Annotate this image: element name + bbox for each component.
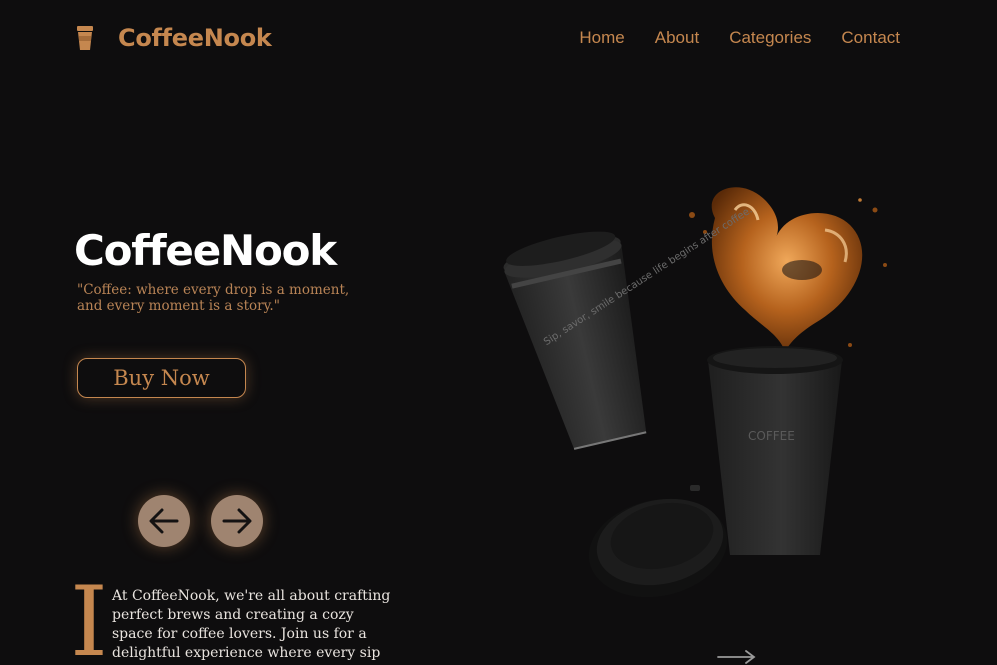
main-nav: Home About Categories Contact xyxy=(579,28,900,48)
about-text: At CoffeeNook, we're all about crafting … xyxy=(112,588,391,665)
upright-coffee-cup: COFFEE xyxy=(707,346,843,555)
arrow-left-icon xyxy=(149,508,179,534)
hero-title: CoffeeNook xyxy=(74,226,337,275)
nav-categories-link[interactable]: Categories xyxy=(729,28,811,48)
coffee-cup-icon[interactable] xyxy=(76,26,94,51)
about-drop-cap: I xyxy=(70,566,108,665)
hero-quote: "Coffee: where every drop is a moment, a… xyxy=(77,282,350,314)
coffee-cup-lid xyxy=(588,485,728,598)
cup-brand-text: COFFEE xyxy=(748,429,795,443)
heart-coffee-splash xyxy=(689,187,887,352)
arrow-right-icon[interactable] xyxy=(717,648,757,664)
next-slide-button[interactable] xyxy=(211,495,263,547)
brand-logo-text[interactable]: CoffeeNook xyxy=(118,24,272,52)
nav-home-link[interactable]: Home xyxy=(579,28,624,48)
nav-contact-link[interactable]: Contact xyxy=(841,28,900,48)
coffee-cups-splash-image: Sip, savor, smile because life begins af… xyxy=(503,187,887,598)
arrow-right-icon xyxy=(222,508,252,534)
site-header: CoffeeNook Home About Categories Contact xyxy=(0,0,997,78)
previous-slide-button[interactable] xyxy=(138,495,190,547)
nav-about-link[interactable]: About xyxy=(655,28,699,48)
buy-now-button[interactable]: Buy Now xyxy=(77,358,246,398)
